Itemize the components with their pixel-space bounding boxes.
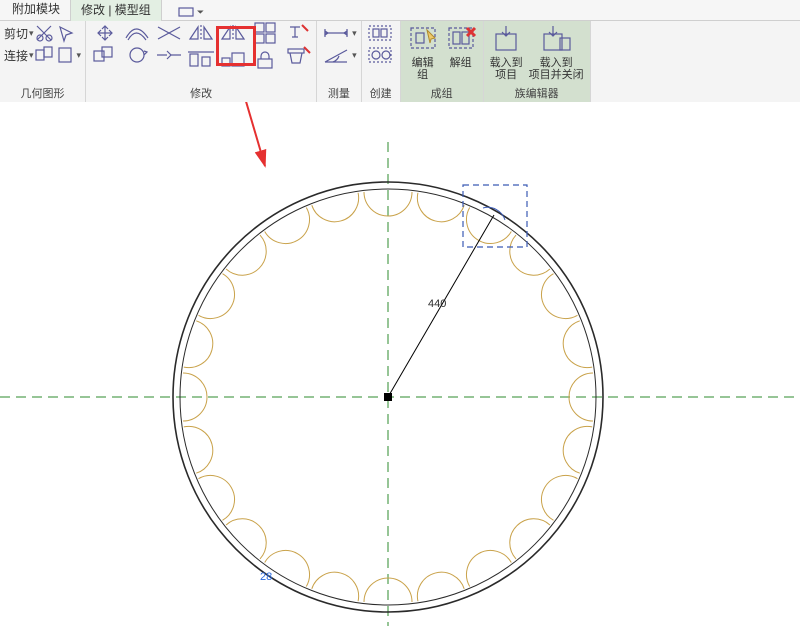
make-group-icon[interactable] [366, 23, 396, 43]
panel-measure-title: 测量 [328, 84, 350, 103]
delete-icon[interactable] [282, 45, 312, 65]
array-icon[interactable] [250, 18, 280, 48]
cut-icon [34, 23, 54, 43]
unpin-icon[interactable] [282, 23, 312, 43]
tab-attached-module[interactable]: 附加模块 [2, 0, 70, 20]
connect-button[interactable]: 连接 ▾ [4, 45, 54, 65]
panel-family-editor-title: 族编辑器 [515, 84, 559, 103]
panel-group-title: 成组 [431, 84, 453, 103]
lock-icon[interactable] [250, 50, 280, 70]
connect-label: 连接 [4, 47, 28, 64]
annotation-arrow [235, 102, 265, 166]
edit-group-button[interactable]: 编辑 组 [405, 23, 441, 82]
dimension-linear-button[interactable]: ▾ [321, 23, 357, 43]
edit-group-icon [407, 24, 439, 56]
trim-icon[interactable] [154, 23, 184, 43]
reference-axes [0, 142, 800, 626]
align-icon[interactable] [186, 50, 216, 70]
paste-icon [56, 45, 76, 65]
ungroup-label: 解组 [450, 57, 472, 69]
leader-label: 28 [260, 571, 272, 583]
panel-measure: ▾ ▾ 测量 [317, 21, 362, 103]
scale-icon[interactable] [218, 50, 248, 70]
ungroup-icon [445, 24, 477, 56]
create-group-icon[interactable] [366, 45, 396, 65]
connect-icon [34, 45, 54, 65]
ungroup-button[interactable]: 解组 [443, 23, 479, 70]
panel-create: 创建 [362, 21, 401, 103]
edit-group-label: 编辑 组 [412, 57, 434, 81]
ribbon-tabs: 附加模块 修改 | 模型组 ⏷ [0, 0, 800, 21]
panel-create-title: 创建 [370, 84, 392, 103]
offset-icon[interactable] [122, 23, 152, 43]
ribbon: 剪切 ▾ 连接 ▾ [0, 21, 800, 104]
qat-dropdown[interactable]: ⏷ [170, 4, 212, 20]
chevron-down-icon: ▾ [352, 50, 357, 61]
split-icon[interactable] [154, 45, 184, 65]
panel-modify-title: 修改 [190, 84, 212, 103]
panel-group: 编辑 组 解组 成组 [401, 21, 484, 103]
chevron-down-icon: ▾ [77, 50, 82, 61]
chevron-down-icon: ⏷ [197, 7, 204, 18]
radius-dimension-label: 440 [428, 298, 446, 310]
cut-label: 剪切 [4, 25, 28, 42]
load-to-project-label: 载入到 项目 [490, 57, 523, 81]
paste-dropdown[interactable]: ▾ [56, 45, 82, 65]
panel-geometry: 剪切 ▾ 连接 ▾ [0, 21, 86, 103]
copy-icon[interactable] [90, 45, 120, 65]
panel-modify: 修改 [86, 21, 317, 103]
load-to-project-close-icon [540, 24, 572, 56]
load-to-project-close-button[interactable]: 载入到 项目并关闭 [527, 23, 586, 82]
drawing-canvas[interactable]: 440 28 [0, 102, 800, 626]
cut-button[interactable]: 剪切 ▾ [4, 23, 54, 43]
tab-modify-modelgroup[interactable]: 修改 | 模型组 [70, 0, 162, 21]
panel-family-editor: 载入到 项目 载入到 项目并关闭 族编辑器 [484, 21, 591, 103]
panel-geometry-title: 几何图形 [21, 84, 65, 103]
selection-box[interactable] [463, 185, 527, 247]
mirror-axis-icon[interactable] [186, 23, 216, 43]
dimension-linear-icon [321, 23, 351, 43]
chevron-down-icon: ▾ [352, 28, 357, 39]
rotate-icon[interactable] [122, 45, 152, 65]
load-to-project-button[interactable]: 载入到 项目 [488, 23, 525, 82]
load-to-project-icon [490, 24, 522, 56]
move-icon[interactable] [90, 23, 120, 43]
load-to-project-close-label: 载入到 项目并关闭 [529, 57, 584, 81]
pick-icon[interactable] [56, 23, 76, 43]
dimension-angle-icon [321, 45, 351, 65]
mirror-draw-icon[interactable] [218, 23, 248, 43]
dimension-angle-button[interactable]: ▾ [321, 45, 357, 65]
